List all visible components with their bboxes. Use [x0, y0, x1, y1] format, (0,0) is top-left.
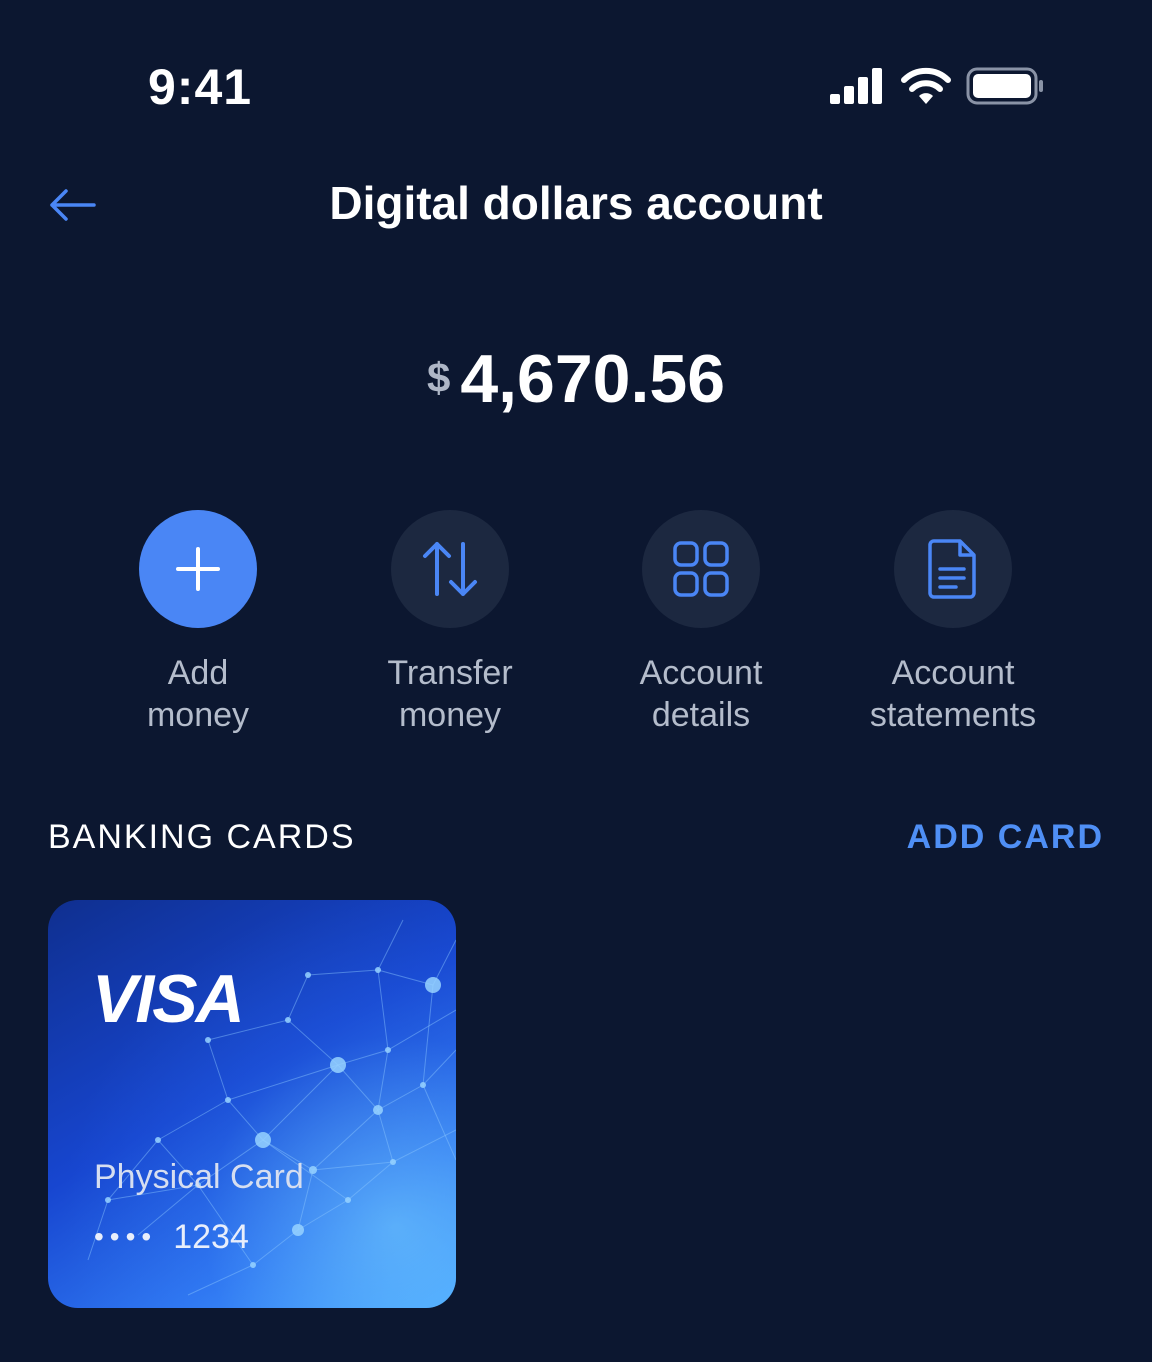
add-card-button[interactable]: ADD CARD [907, 818, 1104, 857]
navigation-bar: Digital dollars account [0, 150, 1152, 260]
currency-symbol: $ [426, 354, 451, 401]
page-title: Digital dollars account [329, 177, 823, 229]
account-statements-label: Account statements [869, 654, 1037, 734]
card-name: Physical Card [94, 1158, 304, 1196]
account-details-circle [642, 510, 760, 628]
account-statements-circle [894, 510, 1012, 628]
section-title: BANKING CARDS [48, 818, 356, 856]
grid-icon [673, 541, 729, 597]
account-statements-button[interactable]: Account statements [833, 510, 1073, 736]
account-balance: $4,670.56 [0, 340, 1152, 418]
document-icon [928, 539, 976, 599]
status-time: 9:41 [148, 59, 253, 115]
cellular-signal-icon [830, 68, 882, 104]
transfer-money-label: Transfer money [387, 654, 513, 734]
account-details-label: Account details [639, 654, 763, 734]
wifi-icon [901, 67, 951, 104]
add-money-circle [139, 510, 257, 628]
visa-logo: VISA [92, 961, 245, 1037]
plus-icon [176, 547, 220, 591]
card-number: •••• 1234 [94, 1218, 249, 1257]
add-money-label: Add money [146, 654, 250, 734]
transfer-money-circle [391, 510, 509, 628]
transfer-money-button[interactable]: Transfer money [330, 510, 570, 736]
card-last4: 1234 [173, 1218, 249, 1256]
battery-icon [966, 67, 1043, 105]
balance-amount: 4,670.56 [460, 341, 726, 417]
visa-card[interactable]: VISA Physical Card •••• 1234 [48, 900, 456, 1308]
add-money-button[interactable]: Add money [78, 510, 318, 736]
status-bar: 9:41 [0, 0, 1152, 150]
quick-actions: Add money Transfer money Account details… [0, 510, 1152, 750]
status-icons [828, 66, 1048, 110]
banking-cards-header: BANKING CARDS ADD CARD [48, 818, 1104, 862]
transfer-arrows-icon [423, 542, 477, 596]
account-details-button[interactable]: Account details [581, 510, 821, 736]
card-masked-digits: •••• [94, 1221, 158, 1252]
